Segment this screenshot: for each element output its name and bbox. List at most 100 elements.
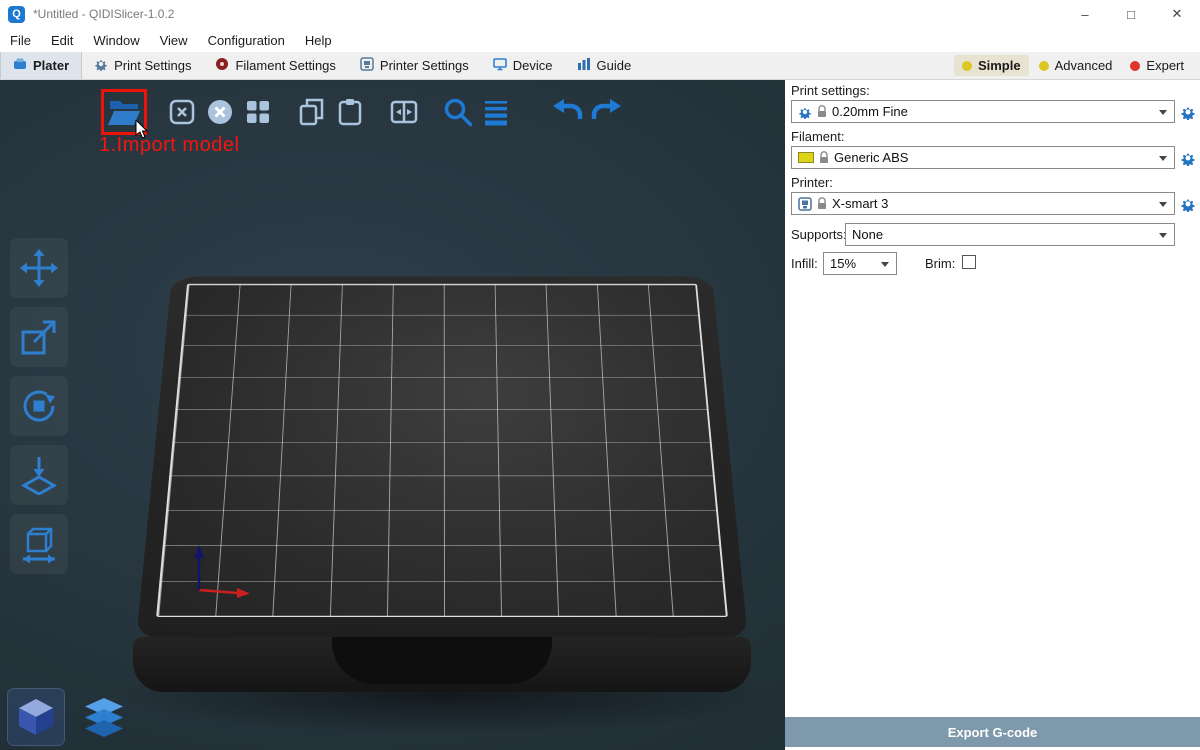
- maximize-button[interactable]: □: [1108, 0, 1154, 28]
- copy-button[interactable]: [293, 93, 331, 131]
- measure-button[interactable]: [10, 514, 68, 574]
- menu-view[interactable]: View: [150, 33, 198, 48]
- filament-gear-button[interactable]: [1179, 149, 1197, 167]
- gear-icon: [798, 105, 812, 119]
- menu-file[interactable]: File: [0, 33, 41, 48]
- tab-label: Filament Settings: [235, 58, 335, 73]
- axes-indicator-icon: [190, 544, 256, 598]
- supports-value: None: [852, 227, 883, 242]
- menubar: File Edit Window View Configuration Help: [0, 28, 1200, 52]
- gear-icon: [94, 57, 108, 74]
- infill-combo[interactable]: 15%: [823, 252, 897, 275]
- menu-configuration[interactable]: Configuration: [198, 33, 295, 48]
- printer-combo[interactable]: X-smart 3: [791, 192, 1175, 215]
- gizmo-toolbar: [10, 238, 68, 574]
- filament-label: Filament:: [791, 129, 844, 144]
- infill-value: 15%: [830, 256, 856, 271]
- mode-expert[interactable]: Expert: [1122, 55, 1192, 76]
- mode-simple[interactable]: Simple: [954, 55, 1029, 76]
- preview-view-button[interactable]: [76, 689, 132, 745]
- cube-icon: [15, 696, 57, 738]
- move-button[interactable]: [10, 238, 68, 298]
- search-icon: [442, 96, 474, 128]
- minimize-button[interactable]: –: [1062, 0, 1108, 28]
- editor-view-button[interactable]: [8, 689, 64, 745]
- menu-edit[interactable]: Edit: [41, 33, 83, 48]
- mode-advanced[interactable]: Advanced: [1031, 55, 1121, 76]
- delete-all-button[interactable]: [201, 93, 239, 131]
- gear-icon: [1180, 150, 1196, 166]
- filament-combo[interactable]: Generic ABS: [791, 146, 1175, 169]
- layers-stack-icon: [81, 696, 127, 738]
- tab-printer-settings[interactable]: Printer Settings: [348, 52, 481, 79]
- variable-layer-height-button[interactable]: [477, 93, 515, 131]
- rotate-button[interactable]: [10, 376, 68, 436]
- print-settings-gear-button[interactable]: [1179, 103, 1197, 121]
- tab-plater[interactable]: Plater: [0, 52, 82, 79]
- print-settings-label: Print settings:: [791, 83, 870, 98]
- menu-window[interactable]: Window: [83, 33, 149, 48]
- view-toolbar: [8, 689, 132, 745]
- mode-label: Expert: [1146, 58, 1184, 73]
- supports-combo[interactable]: None: [845, 223, 1175, 246]
- filament-value: Generic ABS: [834, 150, 908, 165]
- undo-button[interactable]: [549, 93, 587, 131]
- bed-handle-notch: [332, 637, 552, 684]
- tab-print-settings[interactable]: Print Settings: [82, 52, 203, 79]
- filament-spool-icon: [215, 57, 229, 74]
- lock-icon: [817, 105, 827, 118]
- brim-label: Brim:: [925, 256, 955, 271]
- place-on-face-button[interactable]: [10, 445, 68, 505]
- gear-icon: [1180, 196, 1196, 212]
- printer-label: Printer:: [791, 175, 833, 190]
- print-settings-combo[interactable]: 0.20mm Fine: [791, 100, 1175, 123]
- scale-icon: [19, 317, 59, 357]
- lock-icon: [817, 197, 827, 210]
- brim-checkbox[interactable]: [962, 255, 976, 269]
- tab-filament-settings[interactable]: Filament Settings: [203, 52, 347, 79]
- tab-label: Device: [513, 58, 553, 73]
- tab-device[interactable]: Device: [481, 52, 565, 79]
- export-gcode-button[interactable]: Export G-code: [785, 717, 1200, 747]
- move-icon: [19, 248, 59, 288]
- settings-panel: Print settings: 0.20mm Fine Filament: Ge…: [785, 80, 1200, 750]
- tab-guide[interactable]: Guide: [565, 52, 644, 79]
- arrange-icon: [243, 97, 273, 127]
- tab-label: Plater: [33, 58, 69, 73]
- delete-all-icon: [205, 97, 235, 127]
- simple-mode-dot-icon: [962, 61, 972, 71]
- redo-button[interactable]: [587, 93, 625, 131]
- tab-label: Print Settings: [114, 58, 191, 73]
- tabbar: Plater Print Settings Filament Settings …: [0, 52, 1200, 80]
- copy-icon: [297, 97, 327, 127]
- close-button[interactable]: ✕: [1154, 0, 1200, 28]
- arrange-button[interactable]: [239, 93, 277, 131]
- mode-label: Advanced: [1055, 58, 1113, 73]
- undo-icon: [551, 97, 585, 127]
- layer-height-icon: [481, 97, 511, 127]
- print-settings-value: 0.20mm Fine: [832, 104, 908, 119]
- split-view-icon: [389, 97, 419, 127]
- app-logo-icon: Q: [8, 6, 25, 23]
- scale-button[interactable]: [10, 307, 68, 367]
- tab-label: Guide: [597, 58, 632, 73]
- window-controls: – □ ✕: [1062, 0, 1200, 28]
- search-button[interactable]: [439, 93, 477, 131]
- monitor-icon: [493, 57, 507, 74]
- place-on-face-icon: [19, 455, 59, 495]
- guide-bars-icon: [577, 57, 591, 74]
- filament-color-swatch: [798, 152, 814, 163]
- printer-value: X-smart 3: [832, 196, 888, 211]
- lock-icon: [819, 151, 829, 164]
- paste-icon: [335, 97, 365, 127]
- paste-button[interactable]: [331, 93, 369, 131]
- window-title: *Untitled - QIDISlicer-1.0.2: [33, 7, 174, 21]
- menu-help[interactable]: Help: [295, 33, 342, 48]
- advanced-mode-dot-icon: [1039, 61, 1049, 71]
- split-view-button[interactable]: [385, 93, 423, 131]
- viewport-3d[interactable]: 1.Import model: [0, 80, 785, 750]
- delete-button[interactable]: [163, 93, 201, 131]
- delete-icon: [167, 97, 197, 127]
- gear-icon: [1180, 104, 1196, 120]
- printer-gear-button[interactable]: [1179, 195, 1197, 213]
